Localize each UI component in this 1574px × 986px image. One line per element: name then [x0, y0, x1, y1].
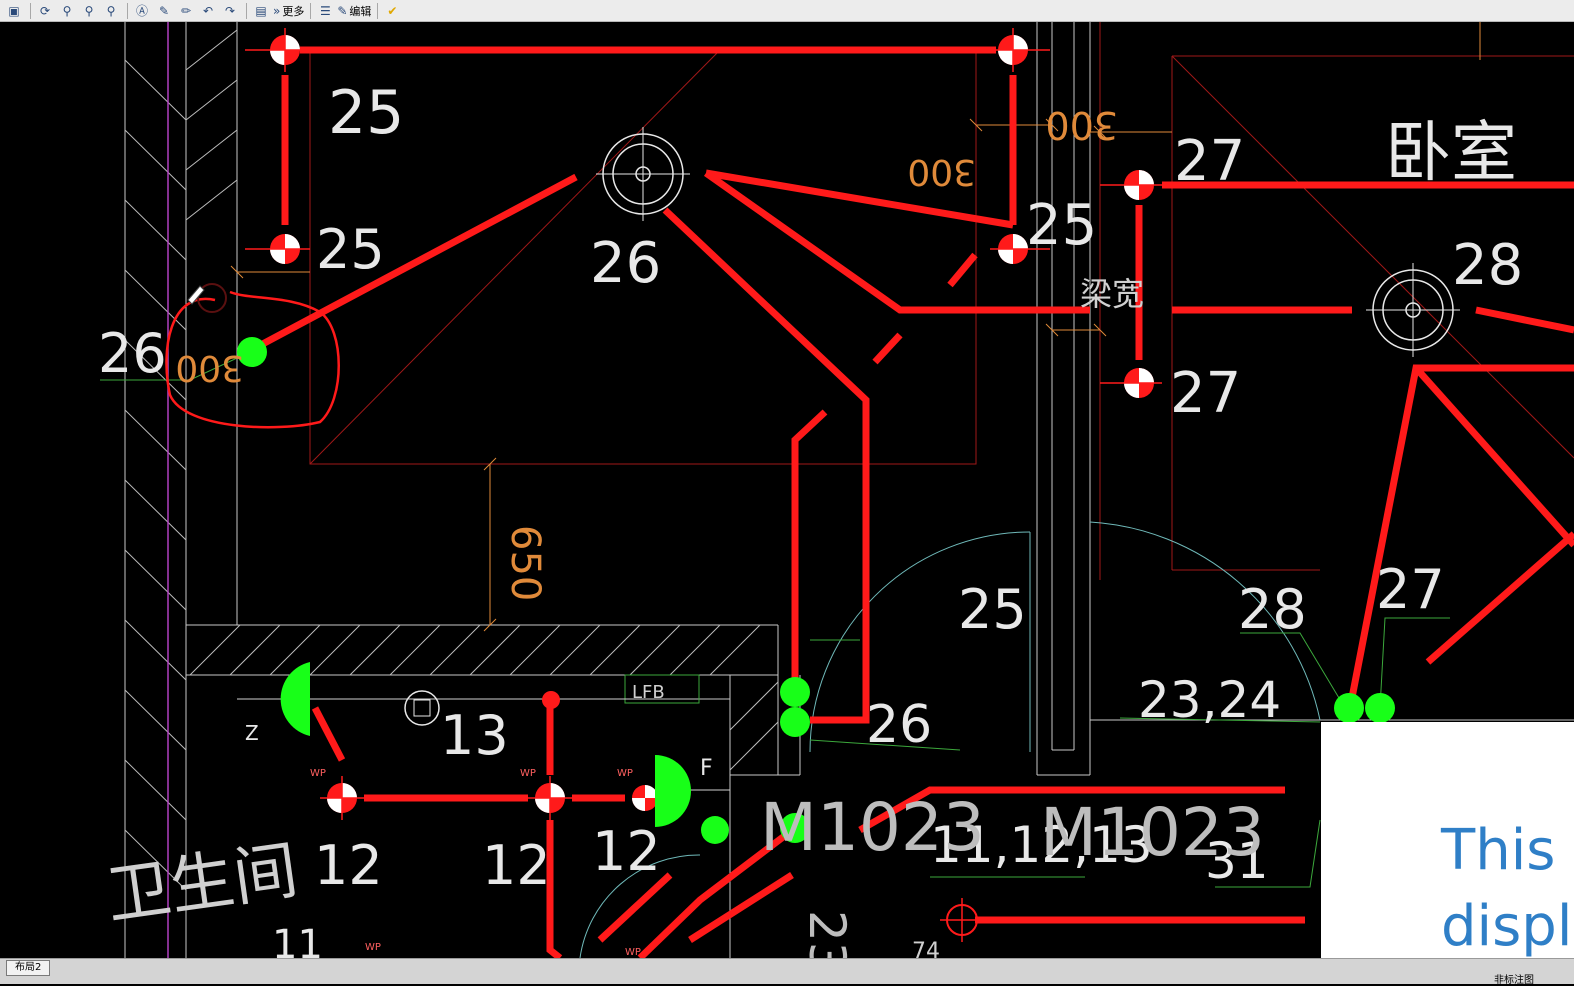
label-wp: WP: [520, 768, 536, 779]
label-lfb: LFB: [632, 682, 665, 703]
label-beam: 梁宽: [1080, 275, 1144, 313]
tab-layout[interactable]: 布局2: [6, 960, 51, 976]
label-n27b: 27: [1170, 361, 1241, 426]
valve-symbol: [940, 898, 984, 942]
dim-650: 650: [502, 525, 548, 601]
dim-300c: 300: [175, 347, 244, 388]
zoom-realtime-icon[interactable]: ⚲: [57, 2, 77, 20]
label-f: F: [700, 756, 713, 781]
label-n25d: 25: [958, 578, 1027, 641]
label-n27a: 27: [1174, 129, 1245, 194]
text-icon[interactable]: Ⓐ: [132, 2, 152, 20]
redo-icon[interactable]: ↷: [220, 2, 240, 20]
label-bathroom: 卫生间: [102, 834, 302, 934]
status-bar: 布局2 非标注图: [0, 958, 1574, 986]
more-label: 更多: [282, 4, 305, 18]
label-z: Z: [245, 721, 259, 745]
label-n26a: 26: [98, 322, 167, 385]
label-n13: 13: [440, 704, 509, 767]
door-swing-arcs: [579, 521, 1321, 958]
green-point: [1365, 693, 1395, 723]
zoom-window-icon[interactable]: ⚲: [79, 2, 99, 20]
label-m1023a: M1023: [760, 789, 985, 866]
more-icon: »: [273, 3, 281, 18]
valve-symbol: [320, 776, 364, 820]
valve-symbol: [528, 776, 572, 820]
toolbar-separator: [377, 2, 379, 19]
edit-icon: ✎: [337, 3, 348, 18]
checkmark-icon[interactable]: ✔: [382, 2, 402, 20]
label-n12c: 12: [592, 820, 661, 883]
green-point: [780, 707, 810, 737]
dimension-lines: [230, 22, 1481, 632]
more-button[interactable]: » 更多: [273, 2, 304, 20]
toolbar-separator: [310, 2, 312, 19]
label-n26c: 26: [866, 695, 932, 755]
label-n12b: 12: [482, 834, 551, 897]
valve-symbol: [1100, 170, 1162, 200]
dim-300b: 300: [907, 151, 976, 192]
label-n2324: 23,24: [1138, 671, 1281, 729]
toolbar-separator: [30, 2, 31, 19]
label-n25b: 25: [316, 218, 385, 281]
label-n27c: 27: [1376, 558, 1445, 621]
label-wp: WP: [310, 768, 326, 779]
green-point: [701, 816, 729, 844]
pipe-node: [542, 691, 560, 709]
edit-button[interactable]: ✎ 编辑: [337, 2, 371, 20]
undo-icon[interactable]: ↶: [198, 2, 218, 20]
basin-symbol: [280, 662, 310, 736]
label-n26b: 26: [590, 231, 661, 296]
edit-label: 编辑: [349, 4, 372, 18]
layers-icon[interactable]: ☰: [315, 2, 335, 20]
valve-symbol: [245, 234, 310, 264]
valve-symbol: [1100, 368, 1162, 398]
label-n28a: 28: [1452, 233, 1523, 298]
label-n28b: 28: [1238, 578, 1307, 641]
zoom-extents-icon[interactable]: ⚲: [101, 2, 121, 20]
green-point: [1334, 693, 1364, 723]
floor-drain-symbol: [1366, 263, 1460, 357]
regen-icon[interactable]: ⟳: [35, 2, 55, 20]
label-n12a: 12: [314, 834, 383, 897]
label-m1023b: M1023: [1040, 794, 1265, 871]
valve-fixtures: [245, 28, 1162, 942]
label-n25a: 25: [328, 78, 404, 148]
label-wp: WP: [365, 942, 381, 953]
label-n23: 23: [798, 910, 856, 958]
overlay-text-line1: This p: [1441, 818, 1574, 883]
label-wp: WP: [617, 768, 633, 779]
label-bedroom: 卧室: [1385, 114, 1517, 191]
cleanout-symbol: [404, 690, 440, 726]
valve-symbol: [990, 28, 1050, 72]
toolbar-separator: [127, 2, 128, 19]
label-n11: 11: [272, 922, 323, 958]
label-n74: 74: [912, 939, 940, 958]
pencil-icon[interactable]: ✎: [154, 2, 174, 20]
image-icon[interactable]: ▤: [251, 2, 271, 20]
toolbar-separator: [246, 2, 247, 19]
dim-300a: 300: [1045, 103, 1118, 147]
brush-icon[interactable]: ✏: [176, 2, 196, 20]
green-point: [780, 677, 810, 707]
toolbar: ▣ ⟳ ⚲ ⚲ ⚲ Ⓐ ✎ ✏ ↶ ↷ ▤ » 更多 ☰ ✎ 编辑 ✔: [0, 0, 1574, 22]
overlay-text-line2: displa: [1441, 894, 1574, 958]
basin-symbol: [655, 755, 691, 827]
valve-symbol: [245, 28, 310, 72]
notification-overlay: This p displa: [1321, 722, 1574, 958]
valve-symbol: [632, 785, 658, 811]
layout-icon[interactable]: ▣: [4, 2, 24, 20]
label-wp: WP: [625, 947, 641, 958]
label-n25c: 25: [1026, 193, 1097, 258]
floor-drain-symbol: [596, 127, 690, 221]
